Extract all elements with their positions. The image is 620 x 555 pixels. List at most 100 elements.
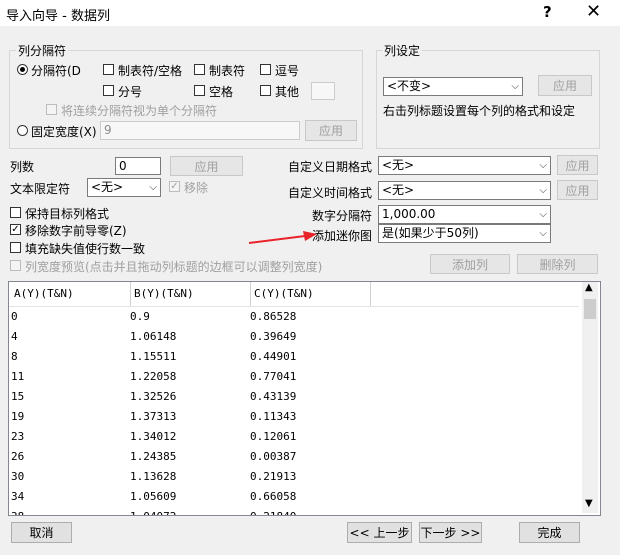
num-separator-label: 数字分隔符 (312, 209, 373, 223)
text-qualifier-select[interactable]: <无> ⌵ (87, 178, 161, 197)
other-delimiter-input[interactable] (311, 82, 335, 100)
table-cell: 1.24385 (130, 450, 177, 463)
chevron-down-icon: ⌵ (539, 160, 547, 171)
annotation-arrow-icon (248, 231, 317, 244)
preview-scrollbar[interactable]: ▲ ▼ (582, 282, 598, 513)
table-cell: 0 (11, 310, 18, 323)
table-cell: 0.77041 (250, 370, 297, 383)
keep-format-label: 保持目标列格式 (25, 207, 110, 221)
fixed-width-input[interactable]: 9 (100, 121, 300, 140)
column-settings-label: 列设定 (382, 42, 423, 59)
back-button[interactable]: << 上一步 (347, 522, 412, 543)
cancel-button[interactable]: 取消 (11, 522, 72, 543)
table-row: 34 1.05609 0.66058 (9, 488, 579, 508)
time-format-label: 自定义时间格式 (288, 186, 373, 200)
table-row: 30 1.13628 0.21913 (9, 468, 579, 488)
sparkline-value: 是(如果少于50列) (382, 226, 479, 240)
column-settings-apply-button[interactable]: 应用 (538, 75, 592, 96)
window-title: 导入向导 - 数据列 (6, 9, 110, 24)
table-row: 23 1.34012 0.12061 (9, 428, 579, 448)
column-settings-hint: 右击列标题设置每个列的格式和设定 (383, 104, 576, 118)
help-button[interactable]: ? (543, 3, 552, 21)
space-checkbox[interactable] (194, 85, 205, 96)
fixed-width-apply-button[interactable]: 应用 (305, 120, 357, 141)
merge-delimiters-checkbox[interactable] (46, 104, 57, 115)
scrollbar-thumb[interactable] (584, 299, 596, 319)
delimited-radio[interactable] (17, 64, 28, 75)
other-checkbox[interactable] (260, 85, 271, 96)
chevron-down-icon: ⌵ (149, 182, 157, 193)
table-row: 4 1.06148 0.39649 (9, 328, 579, 348)
merge-delimiters-label: 将连续分隔符视为单个分隔符 (61, 104, 218, 118)
num-columns-apply-button[interactable]: 应用 (170, 156, 243, 176)
date-format-label: 自定义日期格式 (288, 160, 373, 174)
table-cell: 1.32526 (130, 390, 177, 403)
other-label: 其他 (275, 85, 300, 99)
preview-width-checkbox[interactable] (10, 260, 21, 271)
column-header-c[interactable]: C(Y)(T&N) (254, 287, 314, 300)
tab-checkbox[interactable] (194, 64, 205, 75)
table-cell: 30 (11, 470, 25, 483)
time-format-value: <无> (382, 183, 415, 197)
comma-label: 逗号 (275, 64, 300, 78)
time-format-select[interactable]: <无> ⌵ (378, 181, 551, 200)
date-format-value: <无> (382, 158, 415, 172)
time-format-apply-button[interactable]: 应用 (557, 180, 598, 200)
close-button[interactable]: ✕ (586, 1, 601, 22)
semicolon-checkbox[interactable] (103, 85, 114, 96)
chevron-down-icon: ⌵ (539, 209, 547, 220)
tab-space-label: 制表符/空格 (118, 64, 183, 78)
table-cell: 0.44901 (250, 350, 297, 363)
remove-label: 移除 (184, 181, 209, 195)
tab-label: 制表符 (209, 64, 246, 78)
table-cell: 1.05609 (130, 490, 177, 503)
fixed-width-label: 固定宽度(X) (31, 125, 97, 139)
scroll-down-icon[interactable]: ▼ (585, 498, 593, 509)
chevron-down-icon: ⌵ (539, 185, 547, 196)
table-row: 19 1.37313 0.11343 (9, 408, 579, 428)
table-cell: 1.06148 (130, 330, 177, 343)
table-row: 15 1.32526 0.43139 (9, 388, 579, 408)
finish-button[interactable]: 完成 (519, 522, 580, 543)
column-header-a[interactable]: A(Y)(T&N) (14, 287, 74, 300)
table-cell: 0.66058 (250, 490, 297, 503)
num-columns-input[interactable]: 0 (115, 157, 161, 175)
fill-missing-checkbox[interactable] (10, 242, 21, 253)
date-format-select[interactable]: <无> ⌵ (378, 156, 551, 175)
date-format-apply-button[interactable]: 应用 (557, 155, 598, 175)
column-header-b[interactable]: B(Y)(T&N) (134, 287, 194, 300)
table-cell: 0.00387 (250, 450, 297, 463)
remove-leading-zeros-label: 移除数字前导零(Z) (25, 224, 127, 238)
table-cell: 1.04072 (130, 510, 176, 515)
table-row: 38 1.04072 0.21840 (9, 508, 579, 515)
table-cell: 0.11343 (250, 410, 297, 423)
scroll-up-icon[interactable]: ▲ (585, 282, 593, 293)
table-cell: 23 (11, 430, 25, 443)
delete-column-button[interactable]: 删除列 (517, 254, 598, 274)
remove-checkbox[interactable]: ✓ (169, 181, 180, 192)
fill-missing-label: 填充缺失值使行数一致 (25, 242, 146, 256)
table-cell: 8 (11, 350, 18, 363)
keep-format-checkbox[interactable] (10, 207, 21, 218)
table-cell: 1.15511 (130, 350, 177, 363)
table-cell: 11 (11, 370, 25, 383)
next-button[interactable]: 下一步 >> (419, 522, 482, 543)
table-cell: 1.37313 (130, 410, 177, 423)
table-cell: 4 (11, 330, 18, 343)
num-separator-select[interactable]: 1,000.00 ⌵ (378, 205, 551, 224)
sparkline-select[interactable]: 是(如果少于50列) ⌵ (378, 224, 551, 243)
table-row: 26 1.24385 0.00387 (9, 448, 579, 468)
remove-leading-zeros-checkbox[interactable]: ✓ (10, 224, 21, 235)
table-cell: 0.12061 (250, 430, 297, 443)
num-columns-label: 列数 (10, 160, 35, 174)
table-cell: 15 (11, 390, 25, 403)
add-column-button[interactable]: 添加列 (430, 254, 510, 274)
tab-space-checkbox[interactable] (103, 64, 114, 75)
column-settings-select[interactable]: <不变> ⌵ (383, 77, 523, 96)
table-cell: 1.34012 (130, 430, 177, 443)
sparkline-label: 添加迷你图 (312, 229, 373, 243)
fixed-width-radio[interactable] (17, 125, 28, 136)
comma-checkbox[interactable] (260, 64, 271, 75)
table-cell: 34 (11, 490, 25, 503)
data-preview[interactable]: A(Y)(T&N) B(Y)(T&N) C(Y)(T&N) 0 0.9 0.8652… (8, 281, 601, 516)
